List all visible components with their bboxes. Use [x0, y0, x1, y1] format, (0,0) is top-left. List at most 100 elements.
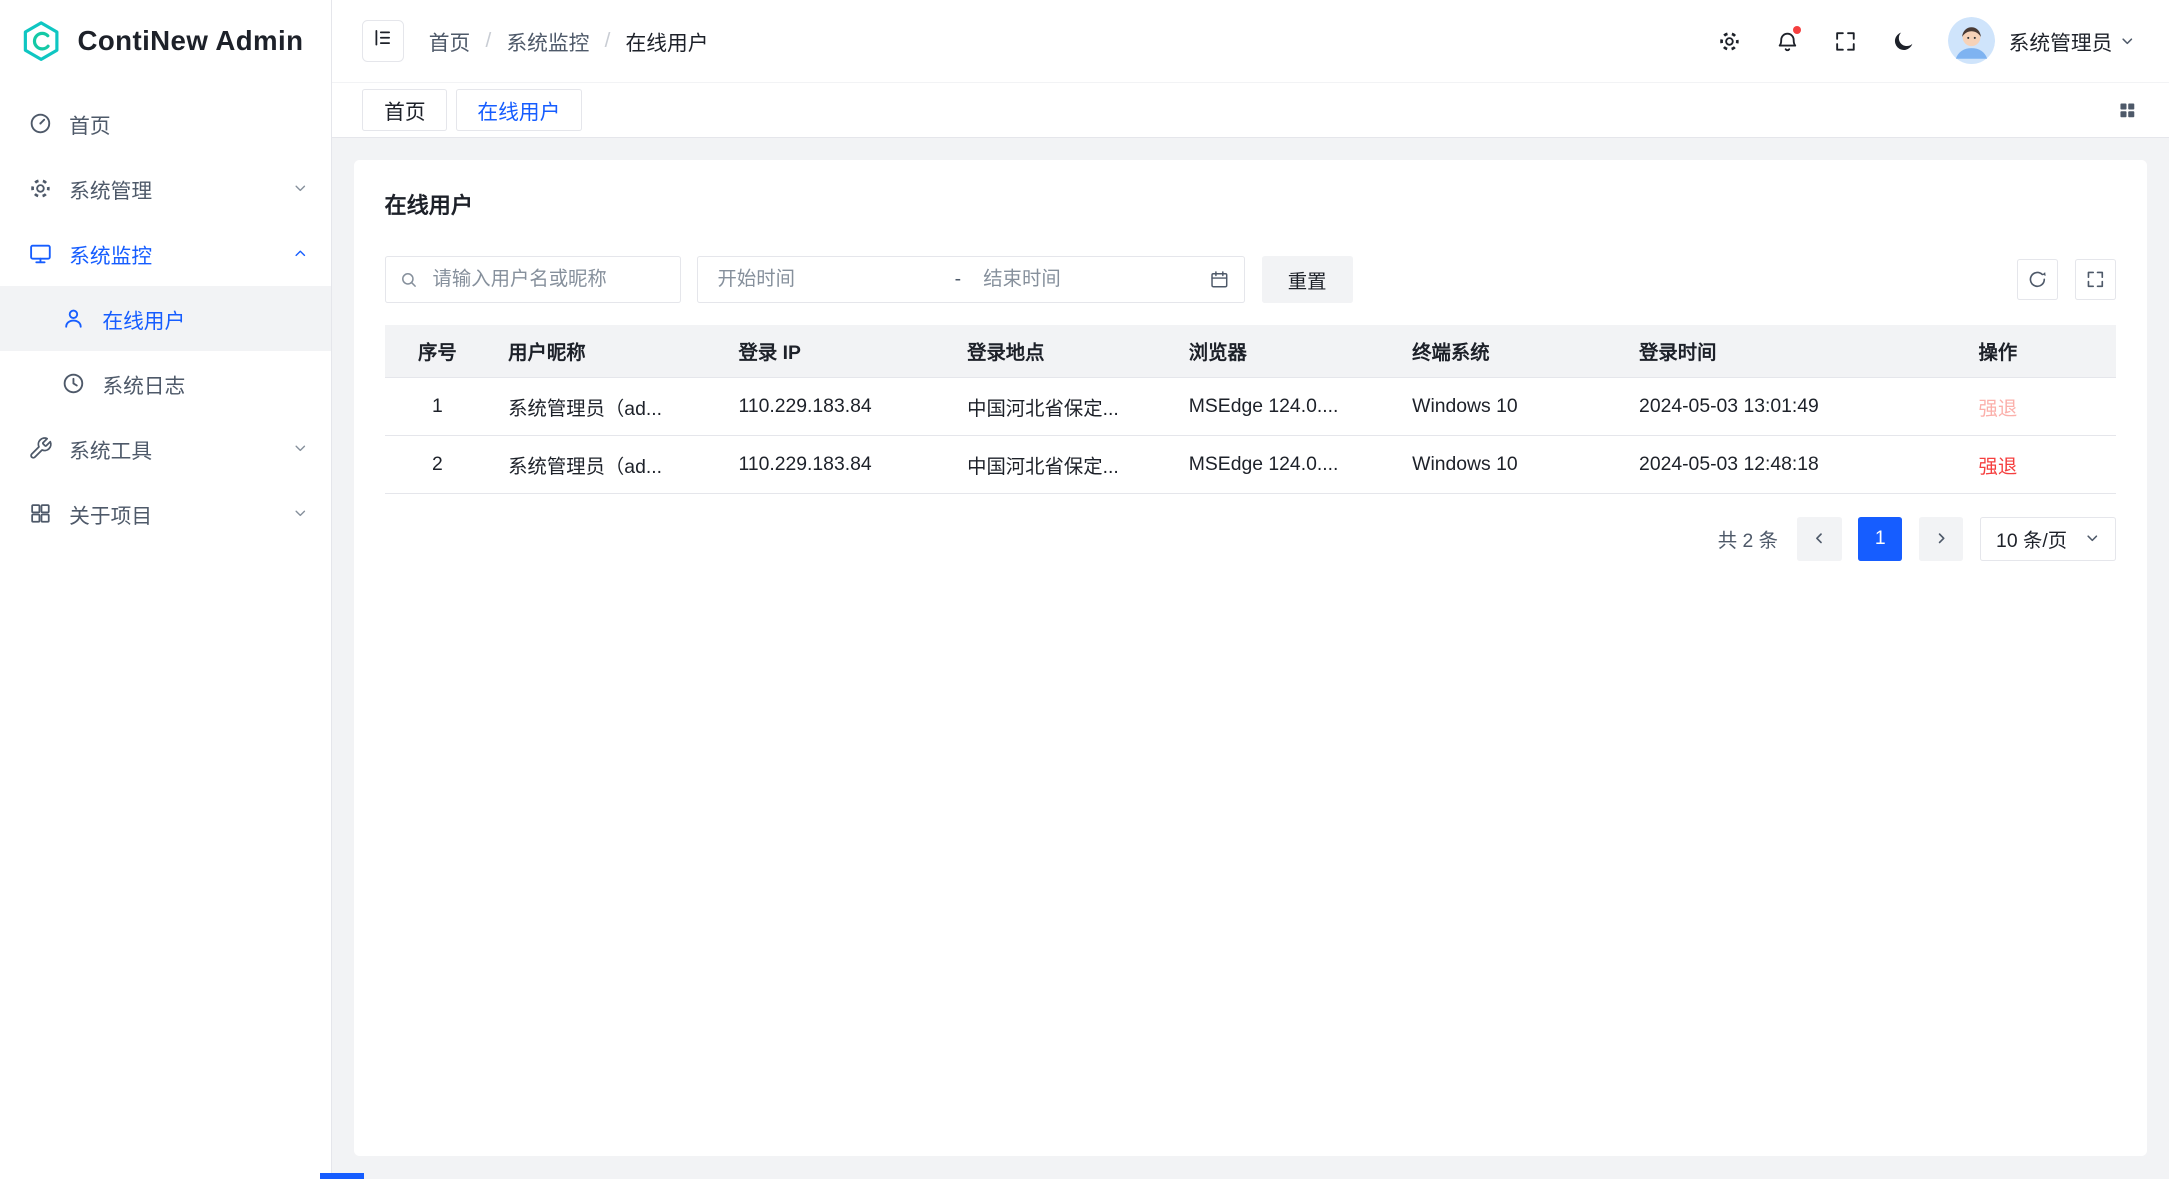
cell-nickname: 系统管理员（ad... [490, 378, 720, 436]
cell-index: 1 [385, 378, 491, 436]
app-window: ContiNew Admin 首页 系统管理 [0, 0, 2169, 1179]
sidebar-item-label: 系统日志 [102, 369, 185, 399]
sidebar-menu: 首页 系统管理 系统监控 [0, 83, 331, 546]
expand-icon [2085, 269, 2106, 290]
tab-label: 首页 [384, 95, 425, 125]
column-header: 登录 IP [721, 325, 950, 378]
cell-login-time: 2024-05-03 12:48:18 [1621, 436, 1960, 494]
breadcrumb-item-home[interactable]: 首页 [429, 26, 470, 56]
online-user-card: 在线用户 - [354, 160, 2147, 1156]
page-content: 在线用户 - [332, 138, 2169, 1178]
refresh-button[interactable] [2017, 259, 2058, 300]
sidebar-collapse-button[interactable] [362, 20, 403, 61]
moon-icon [1891, 29, 1916, 54]
app-title: ContiNew Admin [77, 25, 303, 57]
user-menu[interactable]: 系统管理员 [2009, 26, 2136, 56]
pagination: 共 2 条 1 10 条/页 [385, 517, 2117, 561]
tabbar: 首页 在线用户 [332, 83, 2169, 138]
table-header-row: 序号 用户昵称 登录 IP 登录地点 浏览器 终端系统 登录时间 操作 [385, 325, 2117, 378]
reset-button[interactable]: 重置 [1262, 256, 1353, 303]
sidebar-item-label: 系统工具 [69, 434, 152, 464]
gear-icon [1717, 29, 1742, 54]
search-toolbar: - 重置 [385, 256, 2117, 303]
breadcrumb-separator: / [605, 29, 611, 53]
page-size-select[interactable]: 10 条/页 [1980, 517, 2117, 561]
chevron-down-icon [292, 505, 309, 522]
user-avatar[interactable] [1948, 17, 1995, 64]
logo-icon [19, 19, 63, 63]
pagination-total: 共 2 条 [1718, 525, 1778, 553]
column-header: 浏览器 [1171, 325, 1394, 378]
sidebar-resize-handle[interactable] [320, 1173, 364, 1179]
column-header: 登录地点 [949, 325, 1171, 378]
sidebar-item-about[interactable]: 关于项目 [0, 481, 331, 546]
cell-os: Windows 10 [1394, 378, 1621, 436]
tab-online-user[interactable]: 在线用户 [456, 89, 582, 130]
calendar-icon [1209, 269, 1230, 290]
app-logo[interactable]: ContiNew Admin [0, 0, 331, 83]
column-header: 序号 [385, 325, 491, 378]
cell-index: 2 [385, 436, 491, 494]
clock-icon [61, 371, 86, 396]
column-header: 登录时间 [1621, 325, 1960, 378]
cell-browser: MSEdge 124.0.... [1171, 378, 1394, 436]
cell-ip: 110.229.183.84 [721, 436, 950, 494]
wrench-icon [28, 436, 53, 461]
tab-home[interactable]: 首页 [362, 89, 447, 130]
sidebar-item-system-manage[interactable]: 系统管理 [0, 156, 331, 221]
table-fullscreen-button[interactable] [2075, 259, 2116, 300]
sidebar-item-system-log[interactable]: 系统日志 [0, 351, 331, 416]
search-input[interactable] [430, 267, 666, 293]
chevron-down-icon [292, 180, 309, 197]
grid-squares-icon [2117, 100, 2138, 121]
main-area: 首页 / 系统监控 / 在线用户 [332, 0, 2169, 1179]
page-number-button[interactable]: 1 [1858, 517, 1902, 561]
sidebar-item-home[interactable]: 首页 [0, 91, 331, 156]
chevron-down-icon [2119, 33, 2136, 50]
chevron-left-icon [1811, 530, 1828, 547]
cell-os: Windows 10 [1394, 436, 1621, 494]
breadcrumb: 首页 / 系统监控 / 在线用户 [429, 26, 709, 56]
date-range-picker[interactable]: - [697, 256, 1245, 303]
cell-location: 中国河北省保定... [949, 378, 1171, 436]
cell-nickname: 系统管理员（ad... [490, 436, 720, 494]
user-icon [61, 306, 86, 331]
sidebar-item-label: 首页 [69, 109, 110, 139]
refresh-icon [2027, 269, 2048, 290]
fullscreen-icon [1833, 29, 1858, 54]
theme-toggle-button[interactable] [1881, 19, 1925, 63]
column-header: 用户昵称 [490, 325, 720, 378]
sidebar: ContiNew Admin 首页 系统管理 [0, 0, 332, 1179]
notifications-button[interactable] [1765, 19, 1809, 63]
sidebar-item-label: 系统监控 [69, 239, 152, 269]
start-time-input[interactable] [715, 267, 936, 293]
sidebar-item-label: 在线用户 [102, 304, 185, 334]
page-title: 在线用户 [385, 188, 2117, 220]
cell-login-time: 2024-05-03 13:01:49 [1621, 378, 1960, 436]
sidebar-item-label: 关于项目 [69, 499, 152, 529]
end-time-input[interactable] [980, 267, 1201, 293]
column-header: 操作 [1961, 325, 2117, 378]
breadcrumb-item-system-monitor[interactable]: 系统监控 [506, 26, 589, 56]
tab-actions-button[interactable] [2108, 91, 2147, 130]
breadcrumb-separator: / [485, 29, 491, 53]
topbar-actions: 系统管理员 [1707, 17, 2136, 64]
chevron-down-icon [2084, 530, 2101, 547]
page-size-value: 10 条/页 [1996, 525, 2067, 553]
chevron-up-icon [292, 245, 309, 262]
prev-page-button[interactable] [1797, 517, 1841, 561]
cell-location: 中国河北省保定... [949, 436, 1171, 494]
dashboard-icon [28, 111, 53, 136]
sidebar-item-online-user[interactable]: 在线用户 [0, 286, 331, 351]
breadcrumb-item-current: 在线用户 [626, 26, 709, 56]
date-range-separator: - [944, 268, 973, 291]
settings-button[interactable] [1707, 19, 1751, 63]
next-page-button[interactable] [1919, 517, 1963, 561]
user-name: 系统管理员 [2009, 26, 2113, 56]
sidebar-item-system-monitor[interactable]: 系统监控 [0, 221, 331, 286]
sidebar-item-system-tools[interactable]: 系统工具 [0, 416, 331, 481]
fullscreen-button[interactable] [1823, 19, 1867, 63]
sidebar-item-label: 系统管理 [69, 174, 152, 204]
force-logout-link: 强退 [1979, 398, 2018, 420]
force-logout-link[interactable]: 强退 [1979, 456, 2018, 478]
